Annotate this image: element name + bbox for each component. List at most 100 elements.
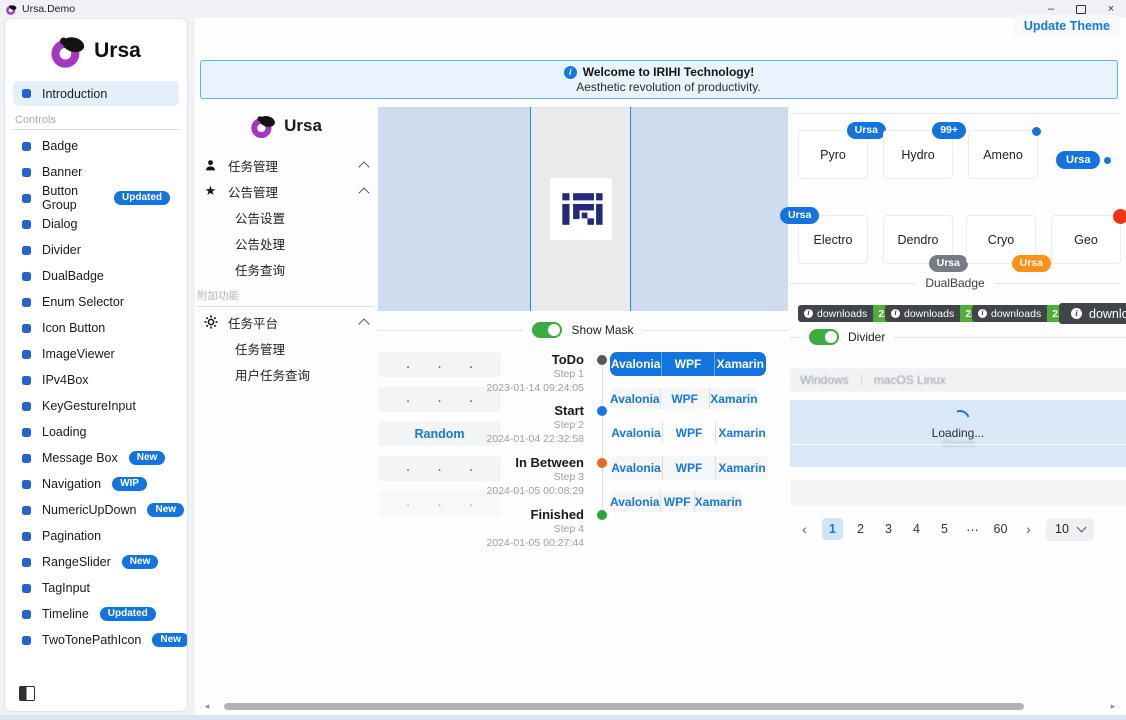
button-group-stretch: Avalonia WPF Xamarin bbox=[610, 456, 768, 480]
sidebar-item-message-box[interactable]: Message BoxNew bbox=[13, 445, 179, 471]
dot-badge bbox=[1032, 127, 1041, 136]
status-badge: New bbox=[152, 633, 188, 647]
sidebar-item-pagination[interactable]: Pagination bbox=[13, 523, 179, 549]
page-button-4[interactable]: 4 bbox=[906, 518, 927, 540]
wpf-button[interactable]: WPF bbox=[661, 352, 713, 376]
empty-bar bbox=[790, 480, 1126, 506]
timeline-step-finished: Finished Step 4 2024-01-05 00:27:44 bbox=[444, 507, 584, 550]
nav-group-task-platform[interactable]: 任务平台 bbox=[195, 309, 378, 335]
page-button-60[interactable]: 60 bbox=[990, 518, 1011, 540]
sidebar-item-label: RangeSlider bbox=[42, 555, 111, 569]
collapse-sidebar-icon[interactable] bbox=[19, 686, 35, 701]
scrollbar-thumb[interactable] bbox=[224, 703, 1024, 710]
sidebar-item-label: TagInput bbox=[42, 581, 90, 595]
nav-group-task-management[interactable]: 任务管理 bbox=[195, 152, 378, 178]
image-viewer-unmasked-strip bbox=[530, 107, 631, 311]
dualbadge-divider-label: DualBadge bbox=[925, 276, 984, 290]
sidebar-item-navigation[interactable]: NavigationWIP bbox=[13, 471, 179, 497]
avalonia-button[interactable]: Avalonia bbox=[610, 491, 660, 512]
timeline-demo: ToDo Step 1 2023-01-14 09:24:05 Start St… bbox=[440, 349, 608, 564]
downloads-label: downloads bbox=[904, 308, 954, 320]
sidebar: Ursa Introduction Controls Badge Banner … bbox=[4, 18, 188, 712]
nav-child-user-task-query[interactable]: 用户任务查询 bbox=[195, 361, 378, 387]
wpf-button[interactable]: WPF bbox=[662, 456, 715, 480]
scroll-left-icon[interactable]: ◂ bbox=[200, 701, 214, 712]
bullet-icon bbox=[22, 298, 31, 307]
xamarin-button[interactable]: Xamarin bbox=[714, 352, 766, 376]
chevron-up-icon bbox=[358, 318, 369, 329]
page-ellipsis-button[interactable]: ⋯ bbox=[962, 518, 983, 540]
xamarin-button[interactable]: Xamarin bbox=[715, 422, 768, 443]
sidebar-item-imageviewer[interactable]: ImageViewer bbox=[13, 341, 179, 367]
page-button-1[interactable]: 1 bbox=[822, 518, 843, 540]
scrollbar-track[interactable] bbox=[214, 700, 1106, 712]
nav-child-announcement-handling[interactable]: 公告处理 bbox=[195, 230, 378, 256]
downloads-badge-large: idownloads 2.4k bbox=[1059, 303, 1126, 324]
sidebar-item-timeline[interactable]: TimelineUpdated bbox=[13, 601, 179, 627]
nav-child-task-management[interactable]: 任务管理 bbox=[195, 335, 378, 361]
card-label: Hydro bbox=[901, 148, 934, 162]
sidebar-item-keygestureinput[interactable]: KeyGestureInput bbox=[13, 393, 179, 419]
timeline-step-sub: Step 1 bbox=[444, 367, 584, 381]
page-button-3[interactable]: 3 bbox=[878, 518, 899, 540]
sidebar-item-divider[interactable]: Divider bbox=[13, 237, 179, 263]
dot-separator: . bbox=[406, 359, 409, 371]
show-mask-toggle[interactable] bbox=[532, 322, 562, 338]
sidebar-item-badge[interactable]: Badge bbox=[13, 133, 179, 159]
loading-demo: Loading... Stretch bbox=[790, 400, 1126, 467]
sidebar-item-icon-button[interactable]: Icon Button bbox=[13, 315, 179, 341]
show-mask-label: Show Mask bbox=[571, 323, 633, 337]
sidebar-item-label: Divider bbox=[42, 243, 81, 257]
nav-group-announcement[interactable]: ★ 公告管理 bbox=[195, 178, 378, 204]
status-badge: New bbox=[129, 451, 166, 465]
image-viewer[interactable] bbox=[378, 107, 788, 311]
nav-child-task-query[interactable]: 任务查询 bbox=[195, 256, 378, 282]
avalonia-button[interactable]: Avalonia bbox=[610, 352, 661, 376]
sidebar-item-numericupdown[interactable]: NumericUpDownNew bbox=[13, 497, 179, 523]
os-divider-bar: Windows macOS Linux bbox=[790, 368, 1126, 392]
avalonia-button[interactable]: Avalonia bbox=[610, 422, 662, 443]
timeline-step-title: Finished bbox=[444, 507, 584, 522]
update-theme-button[interactable]: Update Theme bbox=[1014, 15, 1120, 37]
timeline-step-sub: Step 2 bbox=[444, 418, 584, 432]
page-button-2[interactable]: 2 bbox=[850, 518, 871, 540]
bullet-icon bbox=[22, 194, 31, 203]
sidebar-item-label: TwoTonePathIcon bbox=[42, 633, 141, 647]
horizontal-scrollbar[interactable]: ◂ ▸ bbox=[200, 700, 1120, 712]
sidebar-item-dualbadge[interactable]: DualBadge bbox=[13, 263, 179, 289]
sidebar-item-rangeslider[interactable]: RangeSliderNew bbox=[13, 549, 179, 575]
sidebar-item-banner[interactable]: Banner bbox=[13, 159, 179, 185]
xamarin-button[interactable]: Xamarin bbox=[694, 491, 742, 512]
avalonia-button[interactable]: Avalonia bbox=[610, 388, 660, 409]
sidebar-item-dialog[interactable]: Dialog bbox=[13, 211, 179, 237]
sidebar-item-taginput[interactable]: TagInput bbox=[13, 575, 179, 601]
sidebar-item-loading[interactable]: Loading bbox=[13, 419, 179, 445]
wpf-button[interactable]: WPF bbox=[660, 491, 694, 512]
sidebar-logo: Ursa bbox=[13, 25, 179, 77]
scroll-right-icon[interactable]: ▸ bbox=[1106, 701, 1120, 712]
next-page-button[interactable]: › bbox=[1018, 518, 1039, 540]
avalonia-button[interactable]: Avalonia bbox=[610, 456, 662, 480]
nav-child-announcement-settings[interactable]: 公告设置 bbox=[195, 204, 378, 230]
chevron-down-icon bbox=[1077, 523, 1087, 533]
divider-toggle[interactable] bbox=[809, 329, 839, 345]
prev-page-button[interactable]: ‹ bbox=[794, 518, 815, 540]
sidebar-item-introduction[interactable]: Introduction bbox=[13, 81, 179, 106]
card-label: Ameno bbox=[983, 148, 1023, 162]
wpf-button[interactable]: WPF bbox=[660, 388, 709, 409]
page-size-select[interactable]: 10 bbox=[1046, 518, 1094, 541]
sidebar-item-enum-selector[interactable]: Enum Selector bbox=[13, 289, 179, 315]
ursa-logo-icon bbox=[251, 113, 277, 139]
sidebar-item-button-group[interactable]: Button GroupUpdated bbox=[13, 185, 179, 211]
sidebar-item-ipv4box[interactable]: IPv4Box bbox=[13, 367, 179, 393]
sidebar-item-label: Timeline bbox=[42, 607, 89, 621]
button-group-borderless: Avalonia WPF Xamarin bbox=[610, 422, 768, 443]
sidebar-item-twotonepathicon[interactable]: TwoTonePathIconNew bbox=[13, 627, 179, 653]
xamarin-button[interactable]: Xamarin bbox=[709, 388, 758, 409]
badge-card-cryo: Cryo Ursa bbox=[966, 215, 1036, 264]
xamarin-button[interactable]: Xamarin bbox=[715, 456, 768, 480]
bullet-icon bbox=[22, 610, 31, 619]
page-button-5[interactable]: 5 bbox=[934, 518, 955, 540]
wpf-button[interactable]: WPF bbox=[662, 422, 715, 443]
nav-group-label: 公告管理 bbox=[228, 182, 278, 201]
